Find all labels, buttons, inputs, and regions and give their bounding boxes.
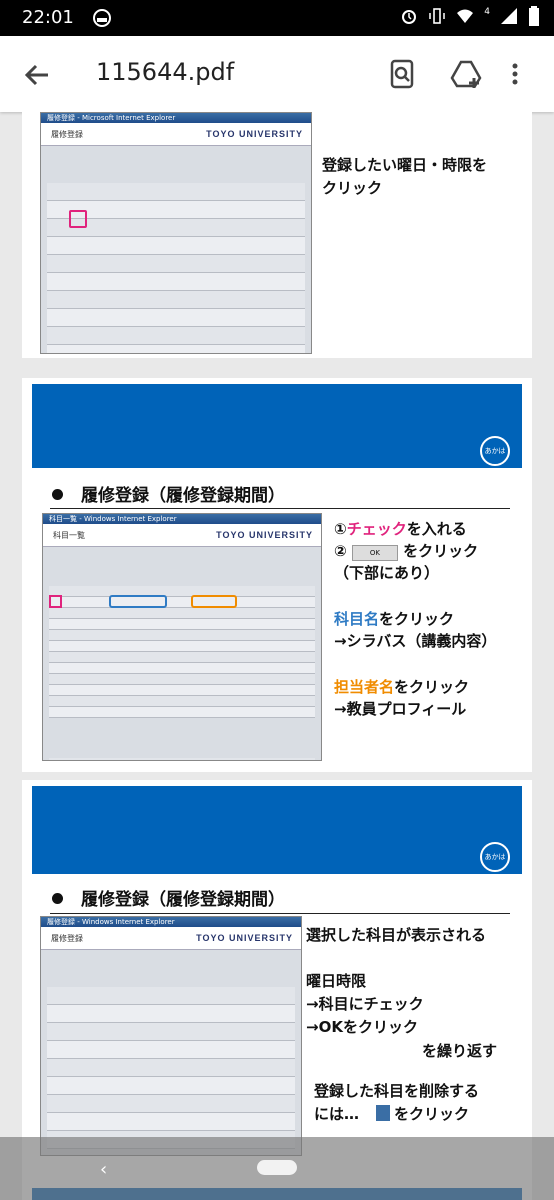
table-row	[49, 663, 315, 674]
page2-heading: 履修登録（履修登録期間）	[52, 481, 285, 506]
page2-university: TOYO UNIVERSITY	[216, 530, 313, 540]
delete-icon	[376, 1105, 390, 1121]
table-row	[47, 987, 295, 1005]
checkbox-highlight	[49, 595, 62, 608]
pdf-toolbar: 115644.pdf	[0, 36, 554, 112]
table-row	[47, 237, 305, 255]
table-row	[47, 345, 305, 353]
status-time: 22:01	[22, 7, 74, 28]
table-row	[49, 652, 315, 663]
table-row	[47, 309, 305, 327]
page2-grid	[49, 586, 315, 760]
page3-header-label: 履修登録	[51, 934, 83, 943]
search-document-icon[interactable]	[386, 58, 418, 90]
table-row	[49, 707, 315, 718]
ok-button-image: OK	[351, 545, 398, 561]
table-row	[49, 641, 315, 652]
bullet-icon	[52, 893, 63, 904]
table-row	[49, 758, 315, 760]
page3-heading: 履修登録（履修登録期間）	[52, 885, 285, 910]
table-row	[47, 1113, 295, 1131]
page3-window-title: 履修登録 - Windows Internet Explorer	[41, 917, 301, 927]
page3-note-4-suffix: をクリック	[394, 1105, 470, 1123]
table-row	[49, 674, 315, 685]
table-row	[47, 273, 305, 291]
page2-window-title: 科目一覧 - Windows Internet Explorer	[43, 514, 321, 524]
pdf-content[interactable]: 履修登録 - Microsoft Internet Explorer 履修登録 …	[0, 112, 554, 1200]
table-row	[49, 685, 315, 696]
page3-screenshot: 履修登録 - Windows Internet Explorer 履修登録 TO…	[40, 916, 302, 1156]
page1-screenshot: 履修登録 - Microsoft Internet Explorer 履修登録 …	[40, 112, 312, 354]
page3-badge: あかはね	[480, 842, 510, 887]
headset-icon	[93, 9, 111, 27]
table-row	[47, 291, 305, 309]
divider	[50, 508, 510, 509]
vibrate-icon	[429, 8, 446, 24]
table-row	[49, 608, 315, 619]
page1-header-label: 履修登録	[51, 130, 83, 139]
table-row	[49, 619, 315, 630]
subject-highlight	[109, 595, 167, 608]
page2-instructions: ①チェックを入れる ② OK をクリック （下部にあり） 科目名をクリック →シ…	[334, 520, 497, 718]
network-badge: 4	[484, 7, 490, 17]
table-row	[49, 597, 315, 608]
page2-banner: あかはね	[32, 384, 522, 481]
arrow-back-icon[interactable]	[22, 60, 52, 90]
page3-note-1: 選択した科目が表示される	[306, 926, 487, 944]
table-row	[49, 586, 315, 597]
page2-screenshot: 科目一覧 - Windows Internet Explorer 科目一覧 TO…	[42, 513, 322, 761]
page1-window-title: 履修登録 - Microsoft Internet Explorer	[41, 113, 311, 123]
page1-grid	[47, 183, 305, 353]
pdf-page-2: あかはね 履修登録（履修登録期間） 科目一覧 - Windows Interne…	[22, 378, 532, 772]
table-row	[47, 183, 305, 201]
page3-note-3: を繰り返す	[422, 1042, 498, 1060]
pdf-page-1: 履修登録 - Microsoft Internet Explorer 履修登録 …	[22, 112, 532, 358]
more-vert-icon[interactable]	[510, 58, 520, 90]
table-row	[47, 327, 305, 345]
page3-banner: あかはね	[32, 786, 522, 887]
alarm-icon	[402, 10, 417, 24]
battery-icon	[529, 6, 539, 26]
table-row	[47, 255, 305, 273]
page1-note: 登録したい曜日・時限を クリック	[322, 156, 488, 197]
highlight-box	[69, 210, 87, 228]
nav-back-icon[interactable]: ‹	[100, 1159, 107, 1180]
page3-grid	[47, 987, 295, 1149]
divider	[50, 913, 510, 914]
page3-note-2: 曜日時限 →科目にチェック →OKをクリック	[306, 972, 424, 1036]
wifi-icon	[457, 9, 474, 23]
page1-university: TOYO UNIVERSITY	[206, 129, 303, 139]
page2-badge: あかはね	[480, 436, 510, 481]
table-row	[47, 1077, 295, 1095]
table-row	[47, 1005, 295, 1023]
table-row	[47, 1041, 295, 1059]
table-row	[47, 1095, 295, 1113]
bullet-icon	[52, 489, 63, 500]
drive-add-icon[interactable]	[450, 58, 482, 90]
status-icons: 4	[400, 6, 540, 26]
home-pill[interactable]	[257, 1160, 297, 1175]
page3-university: TOYO UNIVERSITY	[196, 933, 293, 943]
page2-header-label: 科目一覧	[53, 531, 85, 540]
teacher-highlight	[191, 595, 237, 608]
table-row	[49, 630, 315, 641]
table-row	[47, 1059, 295, 1077]
signal-icon	[501, 8, 517, 24]
status-bar: 22:01 4	[0, 0, 554, 36]
document-title: 115644.pdf	[96, 58, 235, 86]
table-row	[49, 696, 315, 707]
navigation-bar: ‹	[0, 1137, 554, 1200]
table-row	[47, 1023, 295, 1041]
